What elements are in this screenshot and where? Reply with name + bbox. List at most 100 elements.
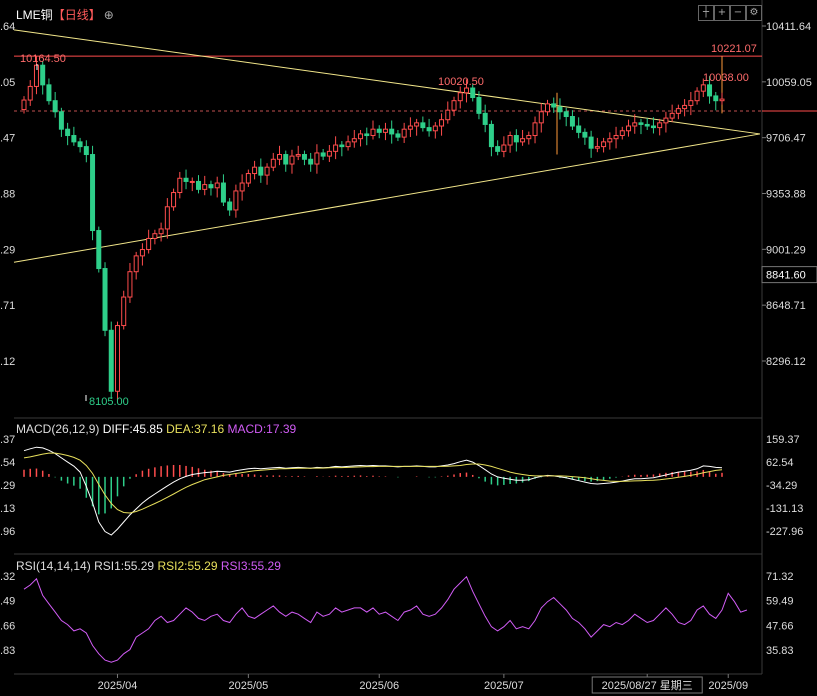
macd-left-tick-label: .54 (0, 457, 15, 469)
target-label: 10221.07 (711, 43, 757, 55)
candle-body (270, 158, 276, 168)
current-price-label: 8841.60 (766, 270, 806, 282)
period-label: 【日线】 (52, 8, 101, 22)
candle-body (488, 123, 494, 148)
macd-y-tick-label: -227.96 (766, 526, 803, 538)
candle-body (569, 116, 575, 127)
x-axis-label: 2025/05 (228, 680, 268, 692)
candle-body (376, 128, 382, 133)
candle-body (283, 154, 289, 165)
macd-y-tick-label: -131.13 (766, 503, 803, 515)
symbol-label: LME铜 (16, 8, 53, 22)
candle-body (382, 128, 388, 133)
candle-body (669, 112, 675, 119)
candle-body (389, 128, 395, 135)
candle-body (202, 184, 208, 190)
candle-body (121, 296, 127, 327)
candle-body (439, 119, 445, 127)
candle-body (108, 329, 114, 392)
candle-body (682, 104, 688, 110)
target-icon[interactable]: ⊕ (104, 8, 114, 22)
candle-body (513, 135, 519, 143)
candle-body (526, 135, 532, 140)
candle-body (164, 206, 170, 230)
candle-body (551, 103, 557, 108)
candle-body (289, 155, 295, 165)
candle-body (445, 109, 451, 121)
rsi-y-tick-label: 59.49 (766, 596, 794, 608)
candle-body (520, 138, 526, 143)
candle-body (52, 100, 58, 113)
rsi-left-tick-label: .66 (0, 620, 15, 632)
main-y-tick-label: 9001.29 (766, 244, 806, 256)
candle-body (277, 154, 283, 160)
candle-body (719, 98, 725, 102)
candle-body (301, 154, 307, 160)
x-axis-label: 2025/04 (98, 680, 138, 692)
high-mid-label: 10020.50 (438, 76, 484, 88)
main-left-tick-label: .88 (0, 189, 15, 201)
candle-body (675, 108, 681, 114)
candle-body (189, 180, 195, 183)
candle-body (707, 84, 713, 97)
candle-body (644, 123, 650, 127)
candle-body (114, 325, 120, 392)
candle-body (532, 122, 538, 137)
settings-icon[interactable]: ⚙ (746, 5, 762, 21)
candle-body (576, 125, 582, 133)
candle-body (295, 154, 301, 157)
candle-body (146, 237, 152, 251)
candle-body (694, 90, 700, 102)
rsi-y-tick-label: 47.66 (766, 620, 794, 632)
macd-diff-line (23, 446, 723, 536)
candle-body (619, 130, 625, 137)
candle-body (420, 122, 426, 129)
main-left-tick-label: .71 (0, 300, 15, 312)
macd-legend: MACD(26,12,9) DIFF:45.85 DEA:37.16 MACD:… (16, 422, 296, 436)
candle-body (650, 125, 656, 129)
candle-body (196, 180, 201, 190)
candle-body (102, 268, 108, 331)
candle-body (351, 138, 357, 143)
rsi-left-tick-label: .49 (0, 596, 15, 608)
candle-body (482, 112, 488, 125)
high-left-label: 10164.50 (20, 53, 66, 65)
main-y-tick-label: 10059.05 (766, 77, 812, 89)
minus-icon[interactable]: − (730, 5, 746, 21)
x-axis-label: 2025/08/27 星期三 (602, 679, 693, 692)
candle-body (432, 125, 438, 132)
rsi1-label: RSI1:55.29 (94, 559, 155, 573)
crosshair-icon[interactable]: ┼ (698, 5, 714, 21)
main-y-tick-label: 9706.47 (766, 133, 806, 145)
candle-body (171, 192, 177, 208)
candle-body (688, 100, 694, 106)
candle-body (607, 138, 613, 143)
candle-body (476, 97, 482, 114)
main-left-tick-label: .05 (0, 77, 15, 89)
candle-body (463, 87, 469, 94)
candle-body (370, 128, 376, 137)
candle-body (177, 177, 183, 194)
candle-body (426, 127, 432, 132)
macd-left-tick-label: .37 (0, 434, 15, 446)
candle-body (345, 141, 351, 148)
high-right-label: 10038.00 (703, 72, 749, 84)
candle-body (401, 128, 407, 138)
candle-body (563, 111, 569, 118)
candle-body (21, 99, 27, 111)
candle-body (239, 182, 245, 192)
candle-body (227, 201, 233, 211)
wedge-upper-line (13, 29, 761, 135)
candle-body (40, 64, 46, 86)
candle-body (58, 111, 64, 130)
candle-body (507, 135, 513, 146)
macd-left-tick-label: .29 (0, 480, 15, 492)
macd-y-tick-label: 159.37 (766, 434, 800, 446)
candle-body (158, 228, 164, 235)
candle-body (451, 100, 457, 111)
add-icon[interactable]: + (714, 5, 730, 21)
candle-body (339, 144, 345, 148)
candle-body (252, 166, 258, 175)
candle-body (127, 271, 133, 298)
main-left-tick-label: .12 (0, 356, 15, 368)
